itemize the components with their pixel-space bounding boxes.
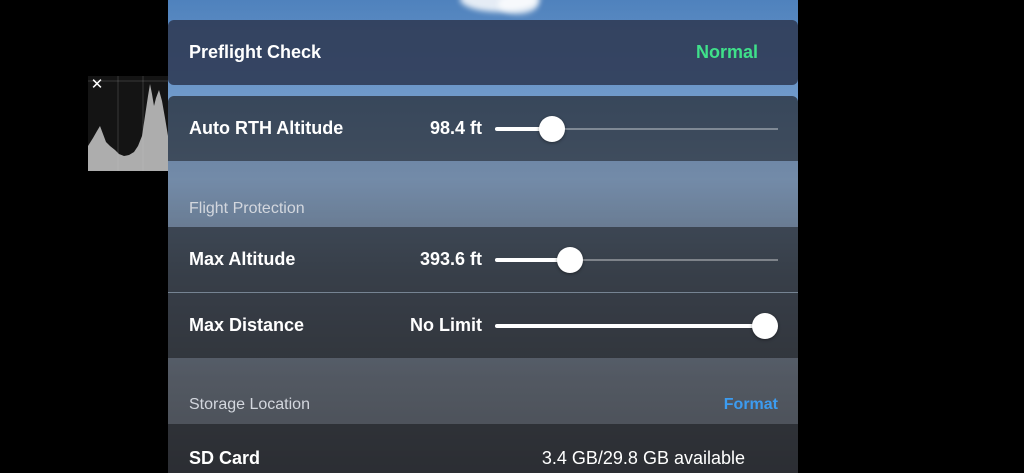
auto-rth-altitude-value: 98.4 ft: [429, 118, 482, 138]
sd-card-row[interactable]: SD Card 3.4 GB/29.8 GB available: [168, 424, 798, 473]
close-icon[interactable]: ✕: [90, 77, 104, 92]
storage-location-header: Storage Location Format: [168, 358, 798, 424]
format-button[interactable]: Format: [724, 396, 778, 414]
preflight-check-label: Preflight Check: [189, 42, 322, 62]
sd-card-label: SD Card: [189, 448, 261, 468]
max-altitude-value: 393.6 ft: [419, 249, 482, 269]
histogram-panel: ✕: [88, 76, 168, 171]
slider-thumb[interactable]: [752, 313, 778, 339]
preflight-status: Normal: [695, 42, 758, 62]
flight-protection-section-label: Flight Protection: [189, 200, 305, 217]
auto-rth-altitude-label: Auto RTH Altitude: [189, 118, 344, 138]
slider-thumb[interactable]: [538, 116, 565, 142]
preflight-check-row[interactable]: Preflight Check Normal: [168, 20, 798, 85]
max-altitude-row: Max Altitude 393.6 ft: [168, 227, 798, 292]
max-distance-slider[interactable]: [495, 313, 778, 339]
storage-location-section-label: Storage Location: [189, 396, 310, 413]
settings-panel: Auto RTH Altitude 98.4 ft Flight Protect…: [168, 96, 798, 473]
max-altitude-slider[interactable]: [495, 247, 778, 273]
max-distance-value: No Limit: [410, 315, 482, 335]
flight-protection-header: Flight Protection: [168, 161, 798, 227]
slider-thumb[interactable]: [556, 247, 583, 273]
auto-rth-altitude-row: Auto RTH Altitude 98.4 ft: [168, 96, 798, 161]
max-altitude-label: Max Altitude: [189, 249, 296, 269]
max-distance-row: Max Distance No Limit: [168, 293, 798, 358]
max-distance-label: Max Distance: [189, 315, 305, 335]
auto-rth-altitude-slider[interactable]: [495, 116, 778, 142]
sd-card-capacity: 3.4 GB/29.8 GB available: [541, 448, 745, 468]
